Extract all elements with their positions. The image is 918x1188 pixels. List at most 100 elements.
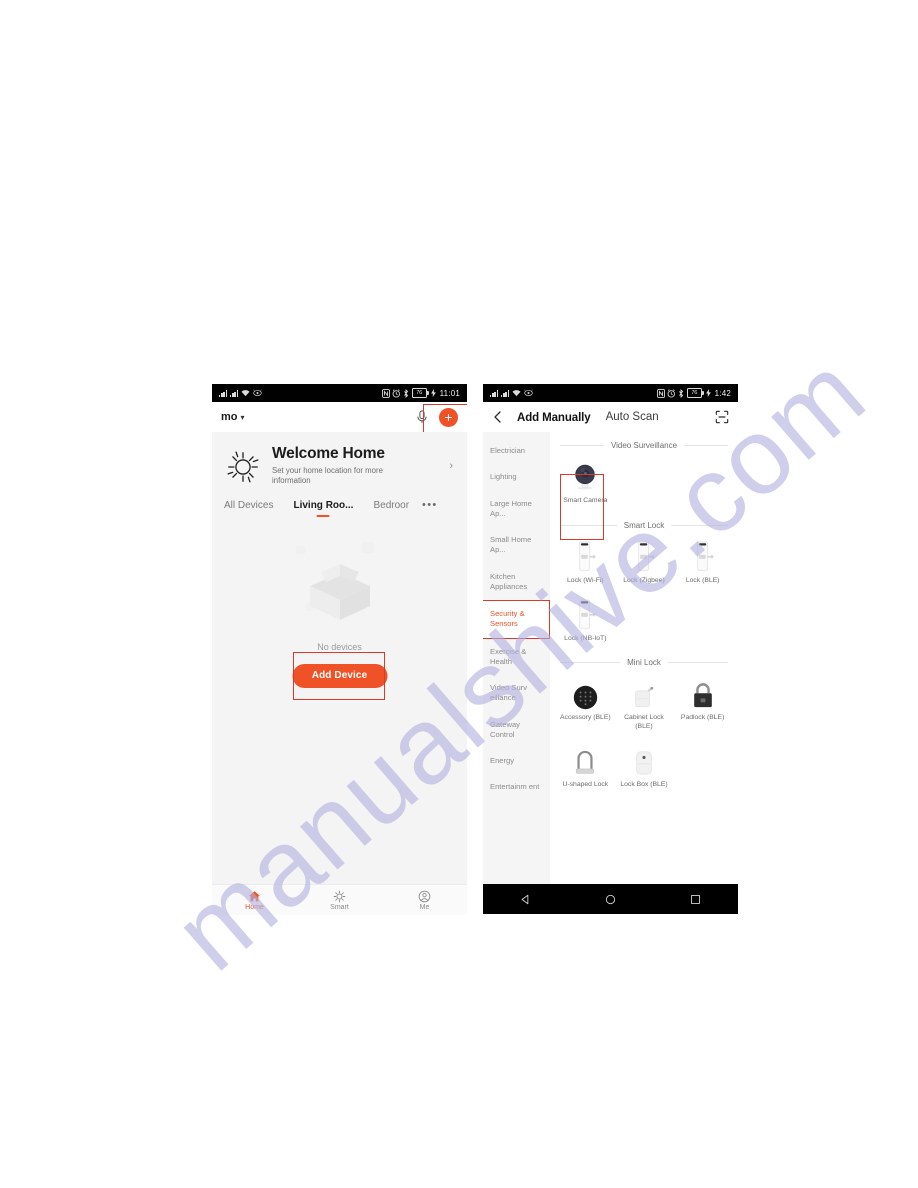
tab-auto-scan[interactable]: Auto Scan: [606, 411, 659, 423]
tab-smart-label: Smart: [330, 903, 349, 911]
sidebar-item-exercise-and-health[interactable]: Exercise & Health: [483, 639, 550, 676]
sidebar-item-large-home-appliances[interactable]: Large Home Ap...: [483, 491, 550, 528]
room-tab-bedroom[interactable]: Bedroor: [373, 500, 409, 518]
tab-add-manually-label: Add Manually: [517, 412, 591, 424]
status-bar-clock: 11:01: [439, 388, 460, 398]
home-icon: [249, 890, 260, 901]
active-tab-underline: [316, 514, 330, 517]
signal-bars-icon: [490, 389, 498, 397]
status-bar-right: 76 1:42: [483, 384, 738, 402]
chevron-right-icon: ›: [449, 459, 453, 472]
alarm-icon: [667, 388, 676, 398]
device-item-lock-wifi[interactable]: Lock (Wi-Fi): [556, 534, 615, 592]
sidebar-item-gateway-control[interactable]: Gateway Control: [483, 712, 550, 749]
back-chevron-icon[interactable]: [492, 411, 504, 423]
device-item-lock-box-ble[interactable]: Lock Box (BLE): [615, 738, 674, 796]
welcome-home-card[interactable]: Welcome Home Set your home location for …: [212, 432, 467, 487]
tab-add-manually[interactable]: Add Manually: [517, 408, 591, 426]
sidebar-item-lighting[interactable]: Lighting: [483, 464, 550, 490]
sidebar-item-label: Energy: [490, 756, 515, 765]
empty-state: No devices Add Device: [212, 518, 467, 818]
room-tab-label: All Devices: [224, 499, 274, 511]
highlight-box-add-device: [293, 651, 385, 700]
back-triangle-icon[interactable]: [520, 894, 531, 905]
empty-box-icon: [295, 541, 374, 620]
device-label: Padlock (BLE): [680, 714, 725, 722]
home-content: Welcome Home Set your home location for …: [212, 432, 467, 884]
sidebar-item-label: Electrician: [490, 446, 526, 455]
device-item-smart-camera[interactable]: Smart Camera: [556, 454, 615, 540]
device-item-padlock-ble[interactable]: Padlock (BLE): [673, 671, 732, 738]
android-nav-bar-right: [483, 884, 738, 914]
door-lock-icon: [570, 596, 600, 632]
sidebar-item-label: Security & Sensors: [490, 609, 525, 629]
app-bar-right: Add Manually Auto Scan: [483, 402, 738, 432]
sun-icon: [333, 890, 346, 902]
sidebar-item-label: Entertainm ent: [490, 782, 540, 792]
bluetooth-icon: [679, 388, 684, 398]
app-bar-left: mo ▾ +: [212, 402, 467, 440]
device-item-lock-ble[interactable]: Lock (BLE): [673, 534, 732, 592]
tab-home[interactable]: Home: [212, 890, 297, 911]
phone-screenshot-left: 76 11:01 mo ▾ + Welcome Home Set your ho…: [212, 384, 467, 915]
signal-bars-icon: [219, 389, 227, 397]
section-header-video-surveillance: Video Surveillance: [556, 432, 732, 454]
sidebar-item-electrician[interactable]: Electrician: [483, 438, 550, 464]
door-lock-icon: [570, 538, 600, 574]
tab-me-label: Me: [419, 903, 430, 911]
home-name-label: mo: [221, 411, 238, 423]
sidebar-item-video-surveillance[interactable]: Video Surv eillance: [483, 675, 550, 712]
tab-me[interactable]: Me: [382, 890, 467, 911]
wifi-icon: [512, 390, 521, 397]
section-title: Smart Lock: [623, 520, 665, 530]
device-label: Lock (NB-IoT): [564, 634, 607, 642]
charging-bolt-icon: [706, 389, 712, 397]
tab-smart[interactable]: Smart: [297, 890, 382, 911]
device-item-u-shaped-lock[interactable]: U-shaped Lock: [556, 738, 615, 796]
sidebar-item-label: Lighting: [490, 472, 517, 482]
sidebar-item-label: Video Surv eillance: [490, 683, 528, 703]
welcome-subtitle: Set your home location for more informat…: [272, 465, 383, 486]
sidebar-item-small-home-appliances[interactable]: Small Home Ap...: [483, 527, 550, 564]
sidebar-item-energy[interactable]: Energy: [483, 748, 550, 774]
sidebar-item-entertainment[interactable]: Entertainm ent: [483, 774, 550, 800]
qr-scan-icon[interactable]: [715, 410, 729, 424]
device-item-lock-nbiot[interactable]: Lock (NB-IoT): [556, 592, 615, 650]
sidebar-item-label: Small Home Ap...: [490, 535, 532, 555]
device-label: Lock (BLE): [685, 576, 720, 584]
cabinet-lock-icon: [630, 675, 657, 711]
room-tab-living-room[interactable]: Living Roo...: [293, 500, 353, 518]
signal-bars-icon: [500, 389, 509, 397]
sidebar-item-label: Exercise & Health: [490, 646, 527, 666]
device-item-cabinet-lock-ble[interactable]: Cabinet Lock (BLE): [615, 671, 674, 738]
nfc-icon: [381, 388, 390, 398]
device-label: Lock (Wi-Fi): [567, 576, 604, 584]
device-grid-smart-lock: Lock (Wi-Fi) Lock (Zigbee) Lock (BLE) Lo…: [556, 534, 732, 650]
room-tab-all-devices[interactable]: All Devices: [224, 500, 273, 518]
bottom-tab-bar: Home Smart Me: [212, 884, 467, 915]
highlight-box-smart-camera: [560, 474, 604, 540]
add-device-content: Electrician Lighting Large Home Ap... Sm…: [483, 432, 738, 884]
sidebar-item-kitchen-appliances[interactable]: Kitchen Appliances: [483, 564, 550, 601]
battery-icon: 76: [686, 388, 704, 398]
nfc-icon: [656, 388, 665, 398]
no-devices-label: No devices: [317, 641, 362, 652]
room-tabs-more-button[interactable]: •••: [422, 499, 437, 518]
device-item-lock-zigbee[interactable]: Lock (Zigbee): [615, 534, 674, 592]
tab-home-label: Home: [245, 903, 264, 911]
device-label: U-shaped Lock: [562, 781, 609, 789]
eye-comfort-icon: [253, 389, 262, 396]
device-grid-mini-lock: Accessory (BLE) Cabinet Lock (BLE) Padlo…: [556, 671, 732, 795]
battery-level: 76: [411, 388, 427, 398]
device-item-accessory-ble[interactable]: Accessory (BLE): [556, 671, 615, 738]
recents-square-icon[interactable]: [690, 894, 701, 905]
sidebar-item-security-and-sensors[interactable]: Security & Sensors: [483, 600, 550, 639]
device-list-pane: Video Surveillance Smart Camera Smart Lo…: [550, 432, 738, 884]
home-circle-icon[interactable]: [605, 894, 616, 905]
door-lock-icon: [629, 538, 659, 574]
sidebar-item-label: Kitchen Appliances: [490, 571, 528, 591]
battery-level: 76: [686, 388, 702, 398]
home-selector[interactable]: mo ▾: [221, 411, 245, 423]
keypad-disc-icon: [572, 675, 599, 711]
category-sidebar: Electrician Lighting Large Home Ap... Sm…: [483, 432, 550, 884]
